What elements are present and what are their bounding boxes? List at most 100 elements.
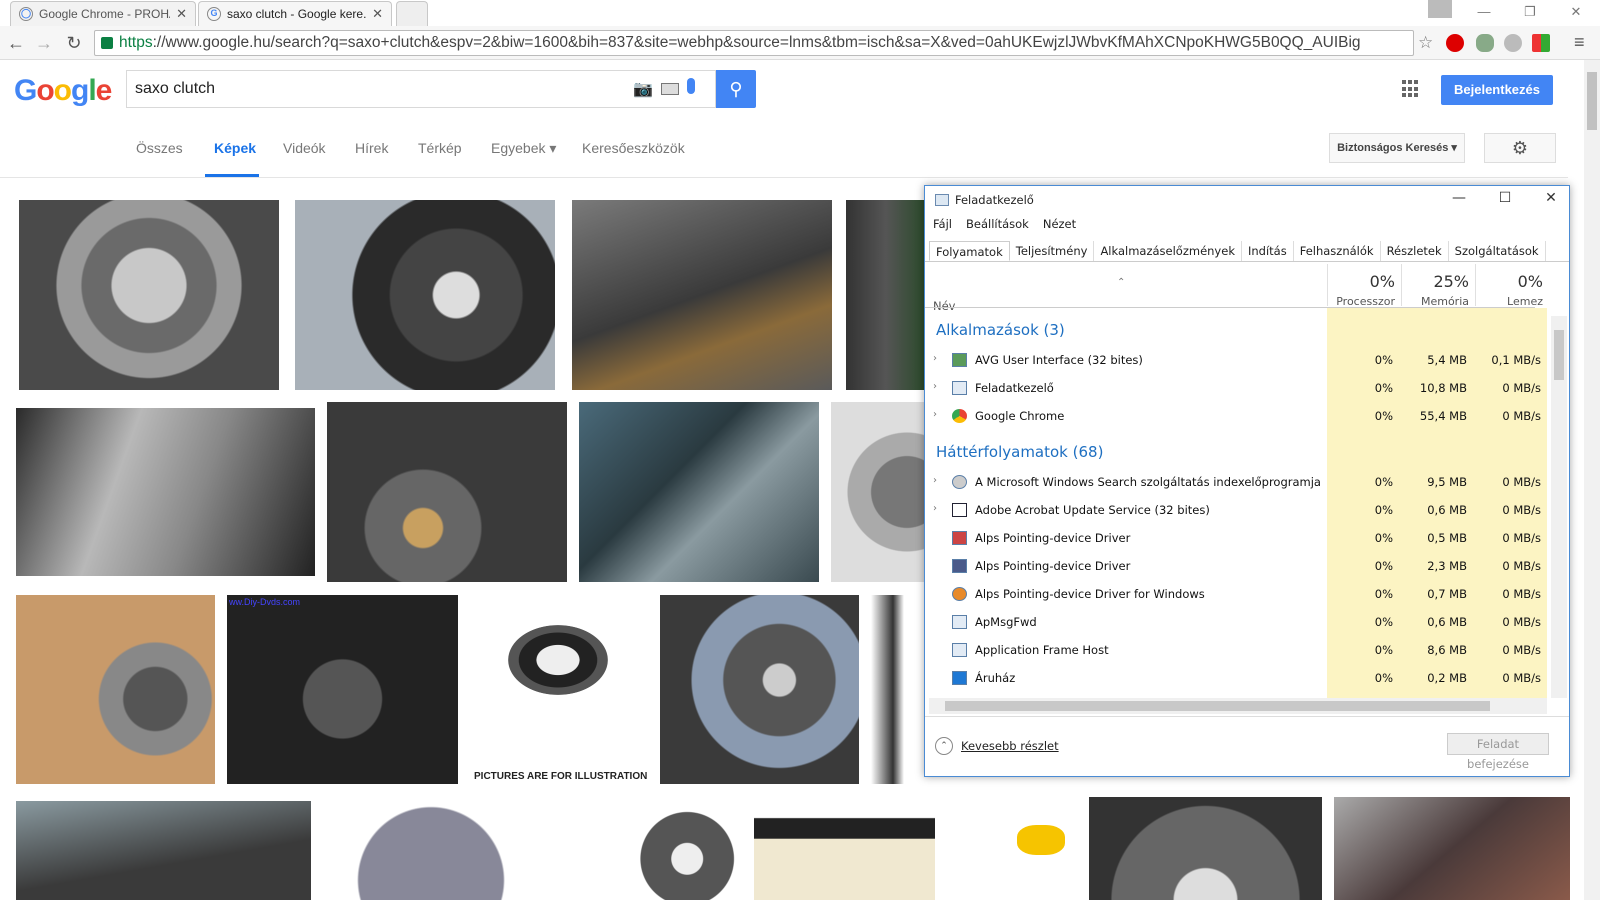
close-window-icon[interactable]: ✕ xyxy=(1558,2,1594,22)
colorful-extension-icon[interactable] xyxy=(1532,34,1550,52)
result-image[interactable] xyxy=(846,200,926,390)
column-memory-header[interactable]: 25% Memória xyxy=(1401,264,1475,308)
tm-horizontal-scrollbar[interactable] xyxy=(929,698,1547,714)
expand-icon[interactable]: › xyxy=(933,409,937,420)
settings-button[interactable]: ⚙ xyxy=(1484,133,1556,163)
result-image[interactable] xyxy=(1089,797,1322,900)
address-bar[interactable]: https://www.google.hu/search?q=saxo+clut… xyxy=(94,30,1414,56)
process-row[interactable]: Alps Pointing-device Driver for Windows … xyxy=(925,580,1547,608)
fewer-details-button[interactable]: ⌃ Kevesebb részlet xyxy=(935,737,1059,755)
page-scrollbar-thumb[interactable] xyxy=(1587,72,1597,130)
back-icon[interactable]: ← xyxy=(4,31,28,55)
browser-tab-1[interactable]: ◯ Google Chrome - PROHA... ✕ xyxy=(10,1,196,26)
apps-grid-icon[interactable] xyxy=(1402,80,1420,98)
result-image[interactable] xyxy=(16,408,315,576)
process-row[interactable]: › A Microsoft Windows Search szolgáltatá… xyxy=(925,468,1547,496)
tm-close-icon[interactable]: ✕ xyxy=(1539,190,1563,210)
google-logo[interactable]: Google xyxy=(14,74,112,108)
result-image[interactable] xyxy=(327,402,567,582)
result-image[interactable] xyxy=(660,595,859,784)
process-row[interactable]: › Adobe Acrobat Update Service (32 bites… xyxy=(925,496,1547,524)
result-image[interactable] xyxy=(871,595,926,784)
close-tab-icon[interactable]: ✕ xyxy=(176,6,187,22)
eye-extension-icon[interactable] xyxy=(1476,34,1494,52)
tab-users[interactable]: Felhasználók xyxy=(1294,241,1381,261)
opera-extension-icon[interactable] xyxy=(1446,34,1464,52)
tab-processes[interactable]: Folyamatok xyxy=(929,241,1010,261)
tab-startup[interactable]: Indítás xyxy=(1242,241,1294,261)
group-background[interactable]: Háttérfolyamatok (68) xyxy=(936,443,1103,461)
process-row[interactable]: › Feladatkezelő 0% 10,8 MB 0 MB/s xyxy=(925,374,1547,402)
safesearch-dropdown[interactable]: Biztonságos Keresés ▾ xyxy=(1329,133,1465,163)
close-tab-icon[interactable]: ✕ xyxy=(372,6,383,22)
browser-tab-2[interactable]: G saxo clutch - Google kere... ✕ xyxy=(198,1,392,26)
tab-images[interactable]: Képek xyxy=(214,140,256,156)
menu-view[interactable]: Nézet xyxy=(1043,217,1076,231)
tab-news[interactable]: Hírek xyxy=(355,140,388,156)
tab-videos[interactable]: Videók xyxy=(283,140,326,156)
reload-icon[interactable]: ↻ xyxy=(62,31,86,55)
process-row[interactable]: › Google Chrome 0% 55,4 MB 0 MB/s xyxy=(925,402,1547,430)
column-cpu-header[interactable]: 0% Processzor xyxy=(1327,264,1401,308)
process-disk: 0 MB/s xyxy=(1502,615,1541,629)
keyboard-icon[interactable] xyxy=(661,83,679,95)
profile-icon[interactable] xyxy=(1428,0,1452,18)
expand-icon[interactable]: › xyxy=(933,381,937,392)
expand-icon[interactable]: › xyxy=(933,503,937,514)
expand-icon[interactable]: › xyxy=(933,353,937,364)
result-image[interactable] xyxy=(754,797,935,900)
process-row[interactable]: Application Frame Host 0% 8,6 MB 0 MB/s xyxy=(925,636,1547,664)
result-image[interactable] xyxy=(831,402,926,582)
search-input[interactable]: saxo clutch 📷 xyxy=(126,70,716,108)
page-scrollbar[interactable] xyxy=(1584,60,1600,900)
result-image[interactable] xyxy=(572,200,832,390)
bookmark-star-icon[interactable]: ☆ xyxy=(1418,33,1433,53)
tab-more[interactable]: Egyebek ▾ xyxy=(491,140,556,157)
restore-icon[interactable]: ❐ xyxy=(1512,2,1548,22)
result-image[interactable] xyxy=(947,797,1077,900)
result-image[interactable] xyxy=(579,402,819,582)
minimize-icon[interactable]: — xyxy=(1466,2,1502,22)
tab-performance[interactable]: Teljesítmény xyxy=(1010,241,1095,261)
result-image[interactable] xyxy=(295,200,555,390)
menu-icon[interactable]: ≡ xyxy=(1574,32,1585,53)
expand-icon[interactable]: › xyxy=(933,475,937,486)
tab-all[interactable]: Összes xyxy=(136,140,183,156)
forward-icon[interactable]: → xyxy=(32,31,56,55)
tab-details[interactable]: Részletek xyxy=(1381,241,1449,261)
result-image[interactable] xyxy=(16,595,215,784)
result-image[interactable] xyxy=(605,797,742,900)
tab-services[interactable]: Szolgáltatások xyxy=(1449,241,1546,261)
tm-vertical-scrollbar[interactable] xyxy=(1551,316,1567,698)
process-row[interactable]: Alps Pointing-device Driver 0% 0,5 MB 0 … xyxy=(925,524,1547,552)
tm-minimize-icon[interactable]: — xyxy=(1447,190,1471,210)
process-row[interactable]: ApMsgFwd 0% 0,6 MB 0 MB/s xyxy=(925,608,1547,636)
search-button[interactable]: ⚲ xyxy=(716,70,756,108)
tab-search-tools[interactable]: Keresőeszközök xyxy=(582,140,685,156)
column-disk-header[interactable]: 0% Lemez xyxy=(1475,264,1549,308)
menu-file[interactable]: Fájl xyxy=(933,217,952,231)
tm-horizontal-scrollbar-thumb[interactable] xyxy=(945,701,1490,711)
result-image[interactable] xyxy=(16,801,311,900)
result-image[interactable] xyxy=(19,200,279,390)
result-image[interactable]: ww.Diy-Dvds.com xyxy=(227,595,458,784)
result-image[interactable] xyxy=(1334,797,1570,900)
tm-vertical-scrollbar-thumb[interactable] xyxy=(1554,330,1564,380)
signin-button[interactable]: Bejelentkezés xyxy=(1441,75,1553,105)
new-tab-button[interactable] xyxy=(396,1,428,26)
menu-options[interactable]: Beállítások xyxy=(966,217,1029,231)
tab-app-history[interactable]: Alkalmazáselőzmények xyxy=(1094,241,1242,261)
process-row[interactable]: Alps Pointing-device Driver 0% 2,3 MB 0 … xyxy=(925,552,1547,580)
result-image[interactable] xyxy=(323,801,593,900)
end-task-button[interactable]: Feladat befejezése xyxy=(1447,733,1549,771)
camera-icon[interactable]: 📷 xyxy=(633,79,653,99)
result-image[interactable]: PICTURES ARE FOR ILLUSTRATION xyxy=(470,595,648,784)
tab-maps[interactable]: Térkép xyxy=(418,140,462,156)
tm-titlebar[interactable]: Feladatkezelő — ☐ ✕ xyxy=(925,186,1569,214)
process-row[interactable]: Áruház 0% 0,2 MB 0 MB/s xyxy=(925,664,1547,692)
tm-maximize-icon[interactable]: ☐ xyxy=(1493,190,1517,210)
group-apps[interactable]: Alkalmazások (3) xyxy=(936,321,1065,339)
process-row[interactable]: › AVG User Interface (32 bites) 0% 5,4 M… xyxy=(925,346,1547,374)
microphone-icon[interactable] xyxy=(687,78,695,94)
extension-icon[interactable] xyxy=(1504,34,1522,52)
